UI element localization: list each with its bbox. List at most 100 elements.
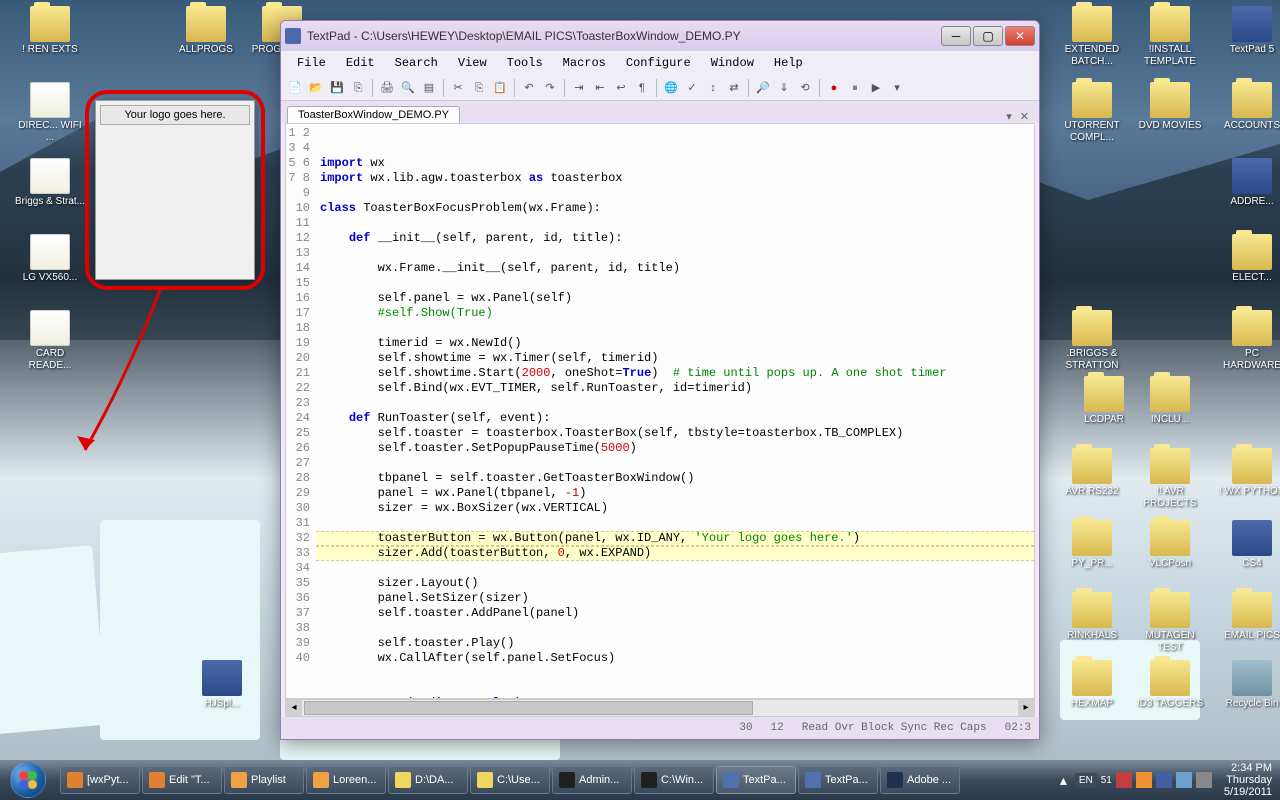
desktop-icon[interactable]: ALLPROGS: [170, 6, 242, 56]
menu-macros[interactable]: Macros: [555, 54, 614, 72]
desktop-icon[interactable]: Briggs & Strat...: [14, 158, 86, 208]
play-icon[interactable]: ▶: [866, 78, 886, 98]
logo-button[interactable]: Your logo goes here.: [100, 105, 250, 125]
taskbar-item[interactable]: TextPa...: [716, 766, 796, 794]
menu-edit[interactable]: Edit: [338, 54, 383, 72]
desktop-icon[interactable]: ACCOUNTS: [1216, 82, 1280, 132]
desktop-icon[interactable]: ! WX PYTHON: [1216, 448, 1280, 498]
taskbar-item[interactable]: C:\Win...: [634, 766, 714, 794]
compare-icon[interactable]: ⇄: [724, 78, 744, 98]
taskbar-item[interactable]: TextPa...: [798, 766, 878, 794]
taskbar-item[interactable]: C:\Use...: [470, 766, 550, 794]
code-area[interactable]: import wx import wx.lib.agw.toasterbox a…: [316, 124, 1034, 698]
pause-icon[interactable]: ⏸: [845, 78, 865, 98]
desktop-icon[interactable]: ! REN EXTS: [14, 6, 86, 56]
more-icon[interactable]: ▾: [887, 78, 907, 98]
menu-help[interactable]: Help: [766, 54, 811, 72]
desktop-icon[interactable]: UTORRENT COMPL...: [1056, 82, 1128, 144]
tab-dropdown-icon[interactable]: ▾: [1002, 110, 1016, 123]
new-icon[interactable]: 📄: [285, 78, 305, 98]
language-indicator[interactable]: EN: [1075, 773, 1097, 788]
scroll-thumb[interactable]: [304, 701, 753, 715]
tab-close-icon[interactable]: ✕: [1016, 110, 1033, 123]
sort-icon[interactable]: ↕: [703, 78, 723, 98]
para-icon[interactable]: ¶: [632, 78, 652, 98]
copy-icon[interactable]: ⎘: [469, 78, 489, 98]
titlebar[interactable]: TextPad - C:\Users\HEWEY\Desktop\EMAIL P…: [281, 21, 1039, 51]
scroll-right-icon[interactable]: ▸: [1018, 700, 1034, 716]
cut-icon[interactable]: ✂: [448, 78, 468, 98]
desktop-icon[interactable]: CARD READE...: [14, 310, 86, 372]
document-tab[interactable]: ToasterBoxWindow_DEMO.PY: [287, 106, 460, 123]
desktop-icon[interactable]: HEXMAP: [1056, 660, 1128, 710]
taskbar-item[interactable]: Adobe ...: [880, 766, 960, 794]
desktop-icon[interactable]: INCLU...: [1134, 376, 1206, 426]
horizontal-scrollbar[interactable]: ◂ ▸: [285, 699, 1035, 717]
desktop-icon[interactable]: !! AVR PROJECTS: [1134, 448, 1206, 510]
desktop-icon[interactable]: EXTENDED BATCH...: [1056, 6, 1128, 68]
toaster-popup-window[interactable]: Your logo goes here.: [95, 100, 255, 280]
web-icon[interactable]: 🌐: [661, 78, 681, 98]
spell-icon[interactable]: ✓: [682, 78, 702, 98]
tray-overflow-icon[interactable]: ▴: [1056, 772, 1071, 789]
taskbar-item[interactable]: D:\DA...: [388, 766, 468, 794]
start-button[interactable]: [0, 760, 56, 800]
close-button[interactable]: ✕: [1005, 26, 1035, 46]
tray-icon[interactable]: [1136, 772, 1152, 788]
desktop-icon[interactable]: TextPad 5: [1216, 6, 1280, 56]
desktop-icon[interactable]: DIREC... WIFI ...: [14, 82, 86, 144]
desktop-icon[interactable]: RINKHALS: [1056, 592, 1128, 642]
menu-configure[interactable]: Configure: [618, 54, 699, 72]
desktop-icon[interactable]: CS4: [1216, 520, 1280, 570]
code-editor[interactable]: 1 2 3 4 5 6 7 8 9 10 11 12 13 14 15 16 1…: [285, 123, 1035, 699]
doc-icon[interactable]: ▤: [419, 78, 439, 98]
taskbar-item[interactable]: Playlist: [224, 766, 304, 794]
network-icon[interactable]: [1176, 772, 1192, 788]
outdent-icon[interactable]: ⇤: [590, 78, 610, 98]
desktop-icon[interactable]: HJSpl...: [186, 660, 258, 710]
desktop-icon[interactable]: PY_PR...: [1056, 520, 1128, 570]
desktop-icon[interactable]: PC HARDWARE: [1216, 310, 1280, 372]
taskbar-item[interactable]: Edit "T...: [142, 766, 222, 794]
desktop-icon[interactable]: MUTAGEN TEST: [1134, 592, 1206, 654]
temperature[interactable]: 51: [1101, 775, 1112, 786]
menu-view[interactable]: View: [450, 54, 495, 72]
taskbar-item[interactable]: Admin...: [552, 766, 632, 794]
desktop-icon[interactable]: Recycle Bin: [1216, 660, 1280, 710]
desktop-icon[interactable]: LCDPAR: [1068, 376, 1140, 426]
desktop-icon[interactable]: AVR RS232: [1056, 448, 1128, 498]
desktop-icon[interactable]: VLCPosn: [1134, 520, 1206, 570]
volume-icon[interactable]: [1196, 772, 1212, 788]
record-icon[interactable]: ●: [824, 78, 844, 98]
desktop-icon[interactable]: LG VX560...: [14, 234, 86, 284]
tray-icon[interactable]: [1116, 772, 1132, 788]
desktop-icon[interactable]: !INSTALL TEMPLATE: [1134, 6, 1206, 68]
desktop-icon[interactable]: EMAIL PICS: [1216, 592, 1280, 642]
minimize-button[interactable]: ─: [941, 26, 971, 46]
desktop-icon[interactable]: .BRIGGS & STRATTON: [1056, 310, 1128, 372]
indent-icon[interactable]: ⇥: [569, 78, 589, 98]
menu-tools[interactable]: Tools: [499, 54, 551, 72]
undo-icon[interactable]: ↶: [519, 78, 539, 98]
taskbar-item[interactable]: Loreen...: [306, 766, 386, 794]
maximize-button[interactable]: ▢: [973, 26, 1003, 46]
menu-window[interactable]: Window: [703, 54, 762, 72]
tray-icon[interactable]: [1156, 772, 1172, 788]
scroll-left-icon[interactable]: ◂: [286, 700, 302, 716]
redo-icon[interactable]: ↷: [540, 78, 560, 98]
save-icon[interactable]: 💾: [327, 78, 347, 98]
wrap-icon[interactable]: ↩: [611, 78, 631, 98]
replace-icon[interactable]: ⟲: [795, 78, 815, 98]
print-icon[interactable]: 🖨: [377, 78, 397, 98]
desktop-icon[interactable]: ELECT...: [1216, 234, 1280, 284]
preview-icon[interactable]: 🔍: [398, 78, 418, 98]
taskbar-item[interactable]: [wxPyt...: [60, 766, 140, 794]
desktop-icon[interactable]: DVD MOVIES: [1134, 82, 1206, 132]
saveall-icon[interactable]: ⎘: [348, 78, 368, 98]
desktop-icon[interactable]: ID3 TAGGERS: [1134, 660, 1206, 710]
open-icon[interactable]: 📂: [306, 78, 326, 98]
find-icon[interactable]: 🔎: [753, 78, 773, 98]
menu-search[interactable]: Search: [387, 54, 446, 72]
clock[interactable]: 2:34 PM Thursday 5/19/2011: [1216, 762, 1272, 798]
findnext-icon[interactable]: ⇓: [774, 78, 794, 98]
